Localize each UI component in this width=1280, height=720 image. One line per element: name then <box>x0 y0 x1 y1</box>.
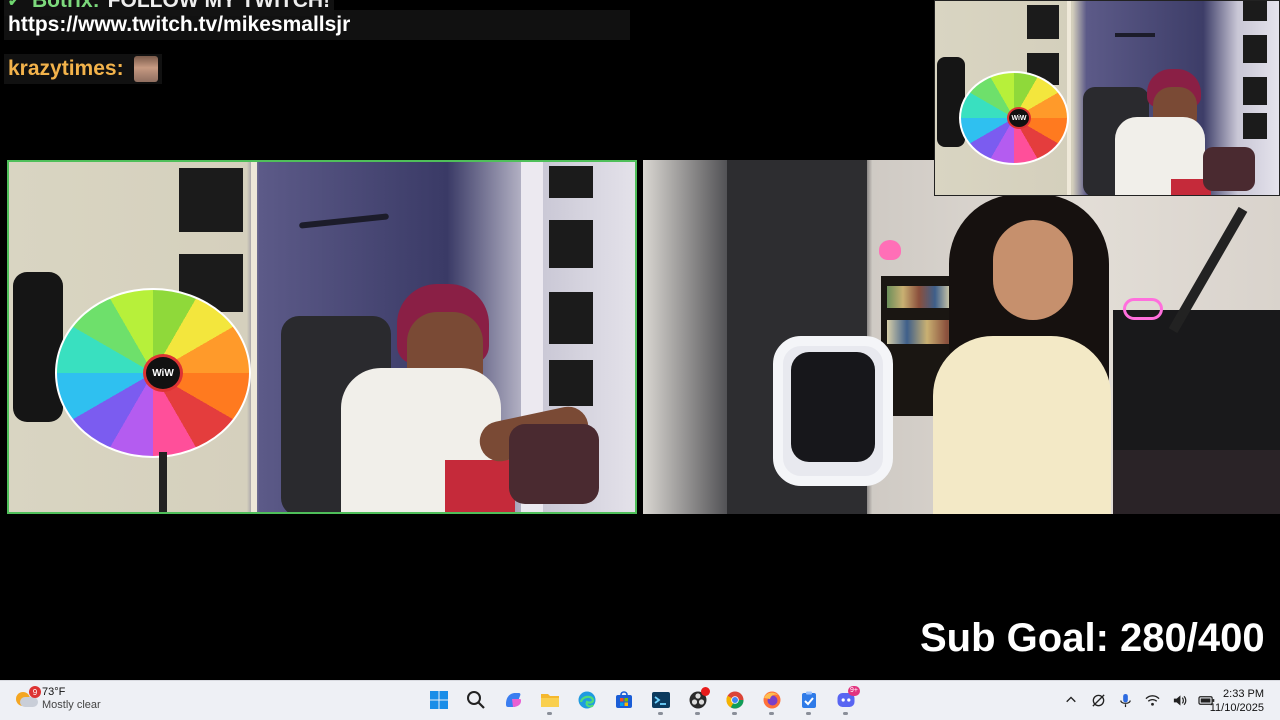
chrome-button[interactable] <box>720 685 749 715</box>
person-top <box>933 336 1111 514</box>
obs-button[interactable] <box>683 685 712 715</box>
clock-date: 11/10/2025 <box>1209 702 1264 714</box>
webcam-right <box>643 160 1280 514</box>
clipboard-check-icon <box>801 691 816 708</box>
webcam-mini: WiW <box>934 0 1280 196</box>
acoustic-panel <box>1027 5 1059 39</box>
chat-url-text: https://www.twitch.tv/mikesmallsjr <box>8 13 351 36</box>
acoustic-panel <box>1243 113 1267 139</box>
microphone-icon[interactable] <box>1116 691 1134 709</box>
folder-icon <box>540 694 559 707</box>
weather-temp: 73°F <box>42 686 66 698</box>
door-frame <box>251 162 257 512</box>
wheel-hub: WiW <box>1007 107 1031 129</box>
acoustic-panel <box>549 292 593 344</box>
acoustic-panel <box>1243 35 1267 63</box>
search-icon <box>466 691 485 709</box>
weather-widget[interactable]: 9 73°F Mostly clear <box>14 686 101 712</box>
firefox-icon <box>763 691 780 709</box>
copilot-icon <box>505 693 521 707</box>
wheel-hub: WiW <box>143 354 183 392</box>
sub-goal-text: Sub Goal: 280/400 <box>920 616 1265 660</box>
person-shorts <box>445 460 515 512</box>
clock[interactable]: 2:33 PM 11/10/2025 <box>1210 687 1264 715</box>
chevron-up-icon[interactable] <box>1062 691 1080 709</box>
start-button[interactable] <box>424 685 453 715</box>
network-off-icon[interactable] <box>1089 691 1107 709</box>
badge-icon: ✔ <box>8 0 20 9</box>
backpack <box>937 57 965 147</box>
terminal-icon <box>651 692 670 708</box>
heart-decor <box>879 240 901 260</box>
backpack <box>13 272 63 422</box>
notification-badge <box>701 687 710 696</box>
wheel-stand <box>159 452 167 512</box>
person-face <box>993 220 1073 320</box>
chat-username: krazytimes: <box>8 57 124 80</box>
clock-time: 2:33 PM <box>1223 688 1264 700</box>
acoustic-panel <box>549 166 593 198</box>
chrome-icon <box>725 691 744 709</box>
windows-logo-icon <box>429 691 448 709</box>
chair-back <box>791 352 875 462</box>
ceiling-fan <box>298 213 390 229</box>
wifi-icon[interactable] <box>1143 691 1161 709</box>
acoustic-panel <box>549 220 593 268</box>
acoustic-panel <box>179 168 243 232</box>
desk <box>1113 450 1280 514</box>
search-button[interactable] <box>461 685 490 715</box>
held-bag <box>509 424 599 504</box>
neon-sign <box>1123 298 1163 320</box>
acoustic-panel <box>1243 77 1267 105</box>
chat-message-user: krazytimes: <box>4 54 162 84</box>
volume-icon[interactable] <box>1170 691 1188 709</box>
acoustic-panel <box>1243 1 1267 21</box>
chat-overlay: ✔ Botrix: FOLLOW MY TWITCH! https://www.… <box>0 0 630 88</box>
copilot-button[interactable] <box>498 685 527 715</box>
weather-condition: Mostly clear <box>42 699 101 711</box>
edge-button[interactable] <box>572 685 601 715</box>
terminal-button[interactable] <box>646 685 675 715</box>
discord-button[interactable]: 9+ <box>831 685 860 715</box>
acoustic-panel <box>549 360 593 406</box>
task-app-button[interactable] <box>794 685 823 715</box>
webcam-left: WiW <box>7 160 637 514</box>
chat-message-url: https://www.twitch.tv/mikesmallsjr <box>4 10 630 40</box>
system-tray <box>1062 691 1215 709</box>
held-bag <box>1203 147 1255 191</box>
discord-badge: 9+ <box>848 686 860 696</box>
edge-icon <box>578 691 595 709</box>
weather-icon: 9 <box>14 686 41 709</box>
ceiling-fan <box>1115 33 1155 37</box>
store-icon <box>615 691 632 708</box>
emote-icon <box>133 56 158 82</box>
file-explorer-button[interactable] <box>535 685 564 715</box>
taskbar: 9 73°F Mostly clear 9+ 2:33 PM 11/10/202… <box>0 680 1280 720</box>
store-button[interactable] <box>609 685 638 715</box>
taskbar-apps: 9+ <box>424 685 860 715</box>
weather-badge: 9 <box>29 686 41 698</box>
door-frame <box>1067 1 1071 195</box>
firefox-button[interactable] <box>757 685 786 715</box>
